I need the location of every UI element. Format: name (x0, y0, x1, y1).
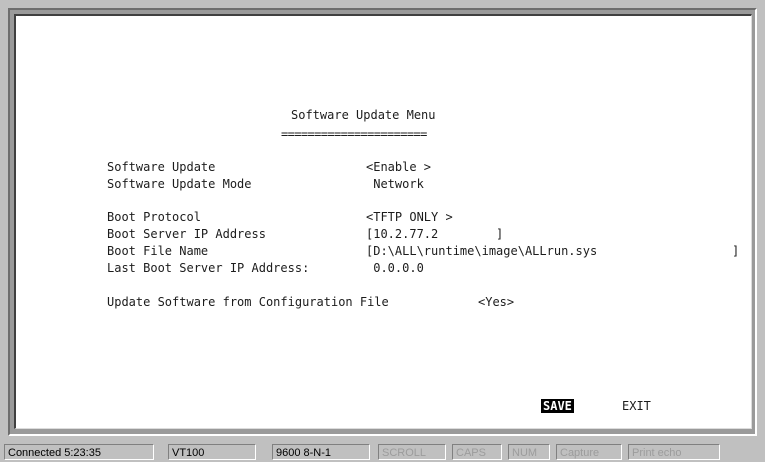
software-update-mode-value: Network (366, 177, 424, 191)
menu-title-underline: ====================== (281, 127, 427, 141)
boot-file-name-field[interactable]: [D:\ALL\runtime\image\ALLrun.sys (366, 244, 597, 258)
config-file-update-label: Update Software from Configuration File (107, 295, 389, 309)
save-button[interactable]: SAVE (541, 399, 574, 413)
status-num: NUM (508, 444, 550, 460)
software-update-label: Software Update (107, 160, 216, 174)
last-boot-server-ip-value: 0.0.0.0 (366, 261, 424, 275)
software-update-value[interactable]: <Enable > (366, 160, 431, 174)
status-print-echo: Print echo (628, 444, 720, 460)
status-emulation: VT100 (168, 444, 256, 460)
status-capture: Capture (556, 444, 622, 460)
exit-button[interactable]: EXIT (622, 399, 651, 413)
config-file-update-value[interactable]: <Yes> (478, 295, 514, 309)
status-connected-time: Connected 5:23:35 (4, 444, 154, 460)
last-boot-server-ip-label: Last Boot Server IP Address: (107, 261, 310, 275)
boot-file-name-close-bracket: ] (732, 244, 740, 258)
menu-title: Software Update Menu (291, 108, 436, 122)
boot-protocol-label: Boot Protocol (107, 210, 201, 224)
boot-server-ip-field[interactable]: [10.2.77.2 ] (366, 227, 503, 241)
software-update-mode-label: Software Update Mode (107, 177, 252, 191)
status-port-settings: 9600 8-N-1 (272, 444, 370, 460)
hyperterminal-window: Software Update Menu ===================… (0, 0, 765, 442)
status-caps: CAPS (452, 444, 502, 460)
status-bar: Connected 5:23:35 VT100 9600 8-N-1 SCROL… (0, 442, 765, 462)
boot-file-name-label: Boot File Name (107, 244, 209, 258)
terminal-screen[interactable]: Software Update Menu ===================… (14, 14, 752, 429)
status-scroll: SCROLL (378, 444, 446, 460)
boot-protocol-value[interactable]: <TFTP ONLY > (366, 210, 453, 224)
boot-server-ip-label: Boot Server IP Address (107, 227, 266, 241)
